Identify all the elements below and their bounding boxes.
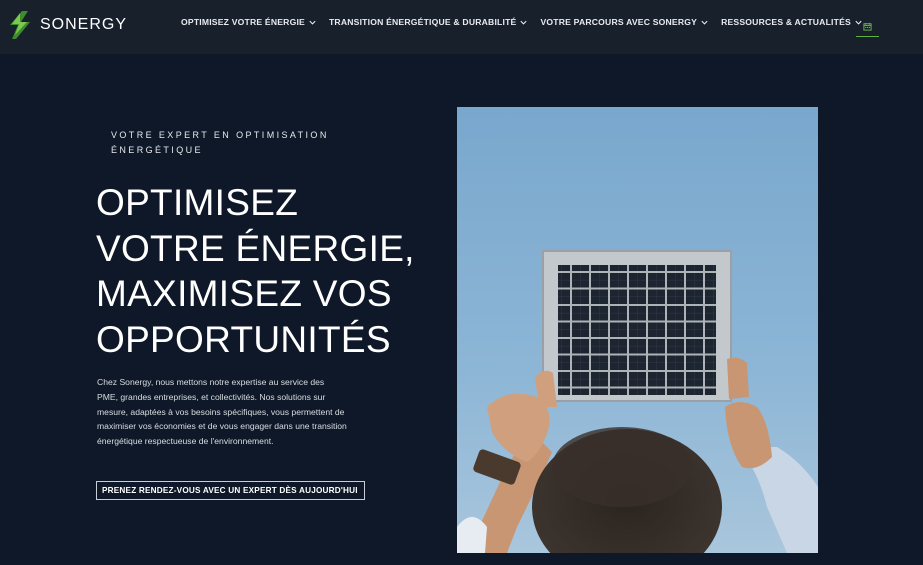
site-header: SONERGY OPTIMISEZ VOTRE ÉNERGIE TRANSITI… <box>0 0 923 54</box>
chevron-down-icon <box>701 20 708 25</box>
nav-item-ressources[interactable]: RESSOURCES & ACTUALITÉS <box>721 17 863 27</box>
nav-item-label: TRANSITION ÉNERGÉTIQUE & DURABILITÉ <box>328 17 517 27</box>
chevron-down-icon <box>309 20 316 25</box>
cta-label: PRENEZ RENDEZ-VOUS AVEC UN EXPERT DÈS AU… <box>102 486 358 495</box>
hero-title-line: VOTRE ÉNERGIE, <box>96 227 415 269</box>
hero-eyebrow: VOTRE EXPERT EN OPTIMISATION ÉNERGÉTIQUE <box>111 130 329 155</box>
logo[interactable]: SONERGY <box>6 9 127 41</box>
lightning-bolt-logo-icon <box>10 11 30 39</box>
hero-title-line: OPPORTUNITÉS <box>96 318 391 360</box>
brand-name: SONERGY <box>40 16 128 33</box>
page: SONERGY OPTIMISEZ VOTRE ÉNERGIE TRANSITI… <box>0 0 923 565</box>
nav-item-label: VOTRE PARCOURS AVEC SONERGY <box>540 17 698 27</box>
hero-title-line: OPTIMISEZ <box>96 182 299 223</box>
nav-item-label: OPTIMISEZ VOTRE ÉNERGIE <box>181 17 305 27</box>
nav-item-transition[interactable]: TRANSITION ÉNERGÉTIQUE & DURABILITÉ <box>329 17 528 27</box>
person-holding-solar-panel-illustration <box>457 107 818 553</box>
main-nav: OPTIMISEZ VOTRE ÉNERGIE TRANSITION ÉNERG… <box>181 17 875 27</box>
hero-title-line: MAXIMISEZ VOS <box>96 273 392 314</box>
chevron-down-icon <box>520 20 528 25</box>
solar-panel-photo <box>457 107 818 553</box>
nav-item-label: RESSOURCES & ACTUALITÉS <box>721 17 851 27</box>
hero-title: OPTIMISEZ VOTRE ÉNERGIE, MAXIMISEZ VOS O… <box>96 180 426 362</box>
calendar-icon <box>863 22 872 31</box>
nav-item-parcours[interactable]: VOTRE PARCOURS AVEC SONERGY <box>540 17 709 27</box>
nav-item-optimisez[interactable]: OPTIMISEZ VOTRE ÉNERGIE <box>181 17 317 27</box>
hero-description: Chez Sonergy, nous mettons notre experti… <box>97 377 347 447</box>
book-appointment-button[interactable]: PRENEZ RENDEZ-VOUS AVEC UN EXPERT DÈS AU… <box>96 481 365 500</box>
appointment-button[interactable] <box>856 16 879 37</box>
